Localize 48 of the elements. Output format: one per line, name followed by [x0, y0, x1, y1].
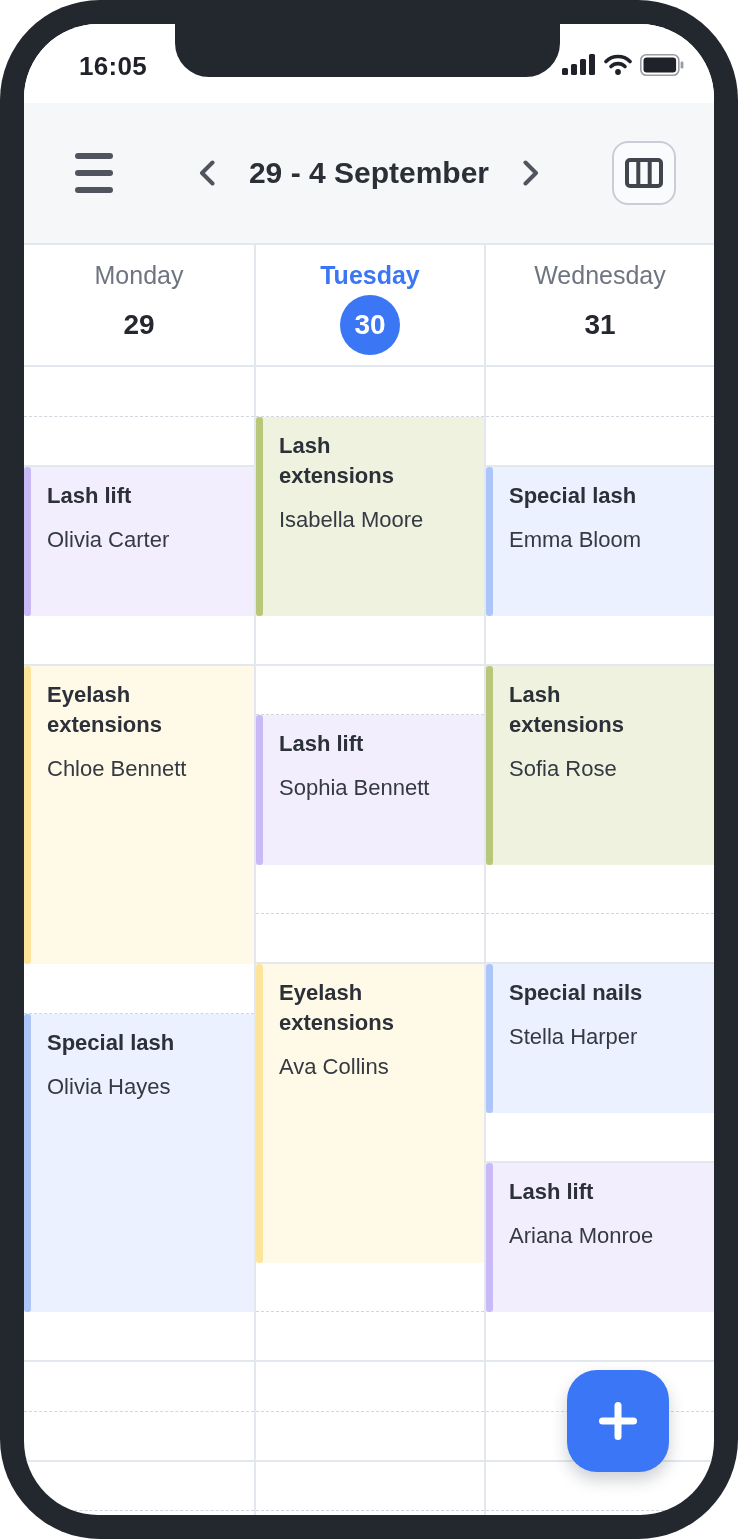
signal-icon: [562, 54, 596, 75]
appointment-title: Special lash: [509, 481, 638, 510]
appointment-card[interactable]: Eyelash extensions Ava Collins: [256, 964, 484, 1263]
appointment-card[interactable]: Special nails Stella Harper: [486, 964, 714, 1114]
plus-icon: [599, 1402, 637, 1440]
battery-icon: [640, 53, 684, 76]
day-name: Wednesday: [534, 260, 666, 291]
add-button[interactable]: [567, 1370, 669, 1472]
appointment-card[interactable]: Special lash Emma Bloom: [486, 466, 714, 616]
client-name: Olivia Carter: [47, 525, 170, 554]
appointment-card[interactable]: Lash lift Ariana Monroe: [486, 1163, 714, 1313]
client-name: Stella Harper: [509, 1023, 639, 1051]
date-number[interactable]: 29: [123, 308, 155, 342]
appointment-card[interactable]: Lash lift Sophia Bennett: [256, 715, 484, 865]
date-number[interactable]: 31: [584, 308, 616, 342]
appointment-card[interactable]: Lash extensions Isabella Moore: [256, 416, 484, 616]
appointment-title: Lash lift: [279, 730, 365, 759]
appointment-title: Eyelash extensions: [279, 979, 395, 1037]
appointment-card[interactable]: Lash lift Olivia Carter: [24, 466, 254, 616]
client-name: Ariana Monroe: [509, 1222, 654, 1250]
client-name: Isabella Moore: [279, 505, 425, 534]
appointment-title: Lash lift: [509, 1178, 595, 1206]
chevron-right-icon[interactable]: [523, 160, 540, 186]
appointment-card[interactable]: Eyelash extensions Chloe Bennett: [24, 665, 254, 964]
menu-icon[interactable]: [75, 153, 113, 193]
appointment-title: Lash extensions: [509, 680, 625, 739]
appointment-title: Lash lift: [47, 481, 133, 510]
chevron-left-icon[interactable]: [198, 160, 215, 186]
status-time: 16:05: [79, 51, 147, 82]
client-name: Ava Collins: [279, 1053, 390, 1081]
day-name: Tuesday: [320, 260, 420, 291]
appointment-card[interactable]: Special lash Olivia Hayes: [24, 1013, 254, 1313]
date-range-title: 29 - 4 September: [248, 156, 490, 190]
client-name: Emma Bloom: [509, 525, 642, 554]
client-name: Sophia Bennett: [279, 774, 430, 803]
day-name: Monday: [94, 260, 184, 291]
client-name: Chloe Bennett: [47, 754, 188, 783]
column-view-button[interactable]: [612, 141, 676, 205]
appointment-card[interactable]: Lash extensions Sofia Rose: [486, 665, 714, 865]
appointment-title: Eyelash extensions: [47, 680, 163, 739]
appointment-title: Lash extensions: [279, 431, 395, 490]
client-name: Olivia Hayes: [47, 1072, 172, 1101]
appointment-title: Special lash: [47, 1028, 175, 1057]
columns-icon: [625, 158, 663, 188]
appointment-title: Special nails: [509, 979, 643, 1007]
date-number[interactable]: 30: [340, 295, 400, 355]
client-name: Sofia Rose: [509, 754, 618, 783]
wifi-icon: [604, 54, 632, 75]
